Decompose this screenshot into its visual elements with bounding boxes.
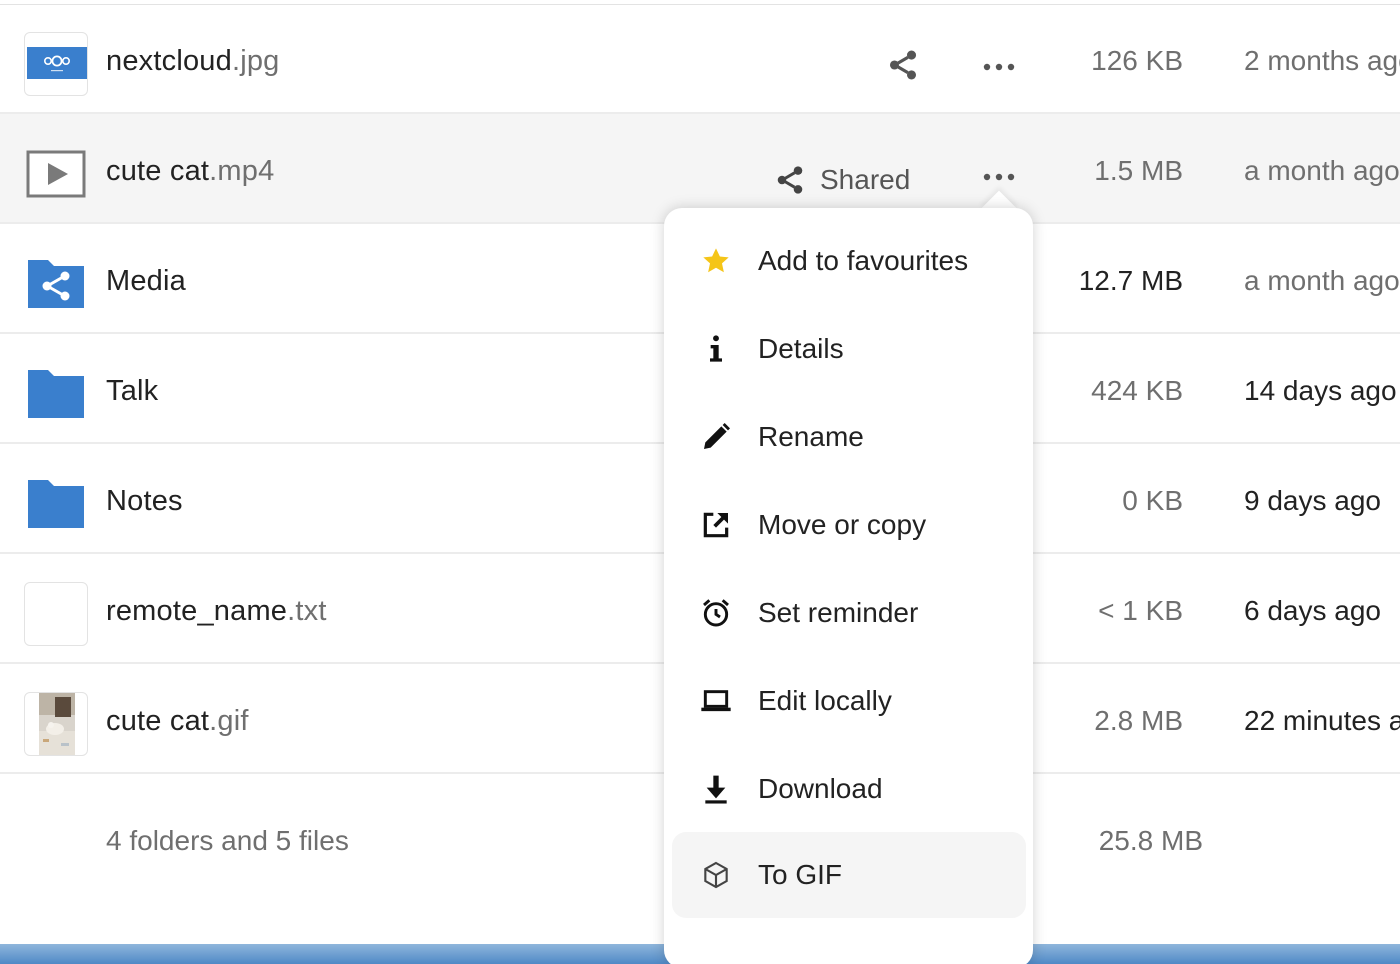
file-row-nextcloud-jpg[interactable]: nextcloud.jpg 126 KB 2 months ago bbox=[0, 4, 1400, 114]
file-basename: cute cat bbox=[106, 155, 210, 187]
file-extension: .txt bbox=[287, 595, 327, 627]
shared-folder-icon bbox=[24, 252, 88, 316]
nextcloud-logo-thumbnail bbox=[24, 32, 88, 96]
file-modified: 14 days ago bbox=[1244, 375, 1397, 406]
file-size: 126 KB bbox=[1091, 45, 1183, 76]
cat-photo-thumbnail bbox=[24, 692, 88, 756]
alarm-clock-icon bbox=[700, 597, 732, 629]
file-modified: 2 months ago bbox=[1244, 45, 1400, 76]
file-modified: a month ago bbox=[1244, 155, 1400, 186]
menu-item-add-to-favourites[interactable]: Add to favourites bbox=[672, 218, 1026, 304]
menu-item-rename[interactable]: Rename bbox=[672, 394, 1026, 480]
file-name[interactable]: Media bbox=[106, 224, 186, 334]
download-arrow-icon bbox=[700, 773, 732, 805]
file-name[interactable]: remote_name.txt bbox=[106, 554, 327, 664]
shared-label: Shared bbox=[820, 164, 911, 195]
file-size: < 1 KB bbox=[1098, 595, 1183, 626]
file-name[interactable]: nextcloud.jpg bbox=[106, 4, 280, 114]
file-modified: a month ago bbox=[1244, 265, 1400, 296]
menu-item-label: To GIF bbox=[758, 859, 843, 890]
video-icon bbox=[24, 142, 88, 206]
file-size: 0 KB bbox=[1122, 485, 1183, 516]
file-name[interactable]: cute cat.mp4 bbox=[106, 114, 274, 224]
external-link-icon bbox=[700, 509, 732, 541]
file-size: 424 KB bbox=[1091, 375, 1183, 406]
pencil-icon bbox=[700, 421, 732, 453]
file-size: 12.7 MB bbox=[1078, 265, 1183, 296]
menu-item-move-or-copy[interactable]: Move or copy bbox=[672, 482, 1026, 568]
file-extension: .jpg bbox=[231, 45, 280, 77]
menu-item-details[interactable]: Details bbox=[672, 306, 1026, 392]
file-name[interactable]: Notes bbox=[106, 444, 183, 554]
menu-item-label: Set reminder bbox=[758, 597, 919, 628]
menu-item-label: Move or copy bbox=[758, 509, 927, 540]
laptop-icon bbox=[700, 685, 732, 717]
menu-item-edit-locally[interactable]: Edit locally bbox=[672, 658, 1026, 744]
menu-item-label: Details bbox=[758, 333, 844, 364]
star-icon bbox=[700, 245, 732, 277]
text-file-thumbnail bbox=[24, 582, 88, 646]
file-size: 2.8 MB bbox=[1094, 705, 1183, 736]
file-modified: 9 days ago bbox=[1244, 485, 1381, 516]
file-extension: .gif bbox=[209, 705, 249, 737]
more-actions-icon[interactable] bbox=[980, 160, 1018, 194]
file-basename: nextcloud bbox=[106, 45, 232, 77]
menu-item-set-reminder[interactable]: Set reminder bbox=[672, 570, 1026, 656]
file-basename: cute cat bbox=[106, 705, 210, 737]
file-extension: .mp4 bbox=[209, 155, 275, 187]
folder-icon bbox=[24, 362, 88, 426]
share-icon bbox=[777, 166, 803, 194]
summary-label: 4 folders and 5 files bbox=[106, 825, 349, 856]
menu-item-label: Rename bbox=[758, 421, 864, 452]
file-modified: 6 days ago bbox=[1244, 595, 1381, 626]
menu-item-label: Download bbox=[758, 773, 883, 804]
menu-item-download[interactable]: Download bbox=[672, 746, 1026, 832]
menu-item-to-gif[interactable]: To GIF bbox=[672, 832, 1026, 918]
cube-icon bbox=[700, 859, 732, 891]
file-modified: 22 minutes ago bbox=[1244, 705, 1400, 736]
folder-icon bbox=[24, 472, 88, 536]
menu-item-label: Add to favourites bbox=[758, 245, 969, 276]
file-size: 1.5 MB bbox=[1094, 155, 1183, 186]
file-actions-menu: Add to favourites Details Rename Move or… bbox=[664, 208, 1033, 964]
info-icon bbox=[700, 333, 732, 365]
file-name[interactable]: cute cat.gif bbox=[106, 664, 249, 774]
summary-total-size: 25.8 MB bbox=[1098, 825, 1203, 856]
menu-item-label: Edit locally bbox=[758, 685, 892, 716]
file-basename: remote_name bbox=[106, 595, 288, 627]
more-actions-icon[interactable] bbox=[980, 50, 1018, 84]
file-name[interactable]: Talk bbox=[106, 334, 158, 444]
shared-button[interactable]: Shared bbox=[774, 162, 910, 198]
share-icon[interactable] bbox=[886, 48, 920, 82]
